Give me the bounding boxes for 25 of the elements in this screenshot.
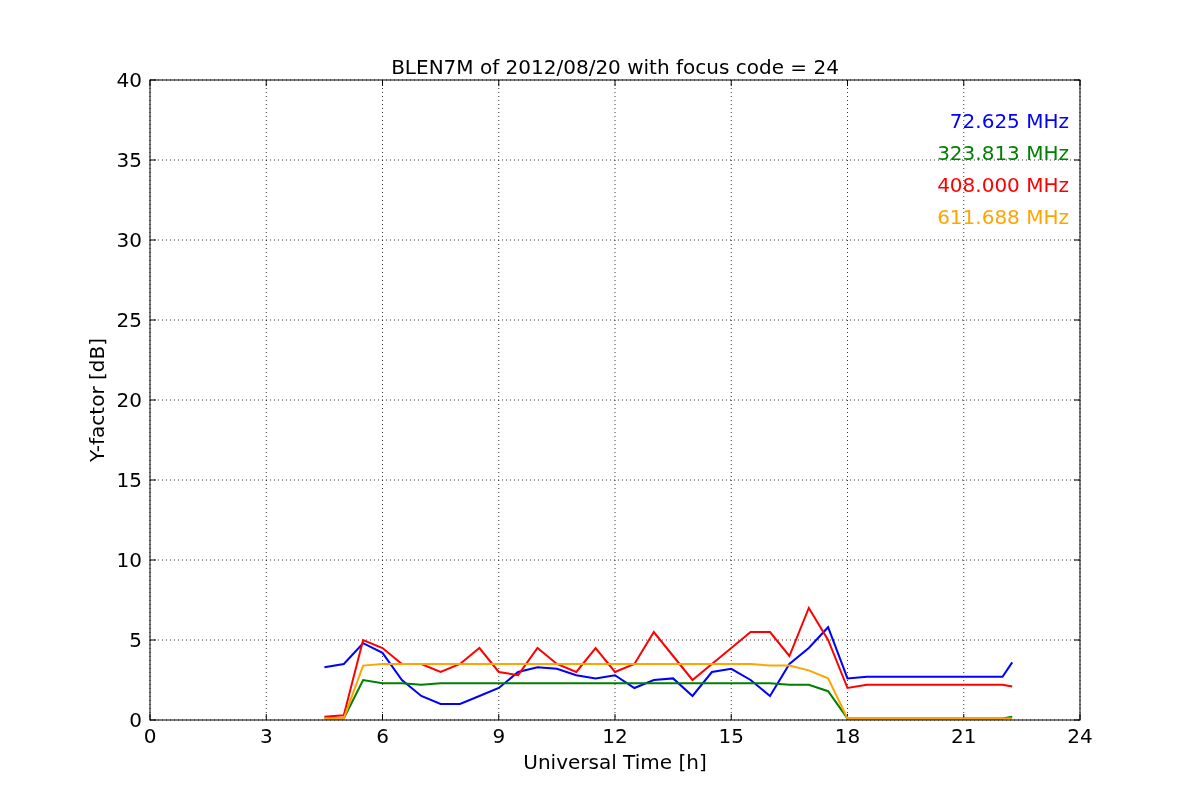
y-tick-label: 15 (116, 468, 142, 492)
x-tick-label: 24 (1067, 724, 1093, 748)
x-tick-label: 18 (834, 724, 861, 748)
y-tick-label: 20 (116, 388, 142, 412)
x-axis-label: Universal Time [h] (523, 750, 707, 774)
chart-title: BLEN7M of 2012/08/20 with focus code = 24 (391, 55, 839, 79)
y-tick-label: 35 (116, 148, 142, 172)
legend-label: 72.625 MHz (949, 109, 1069, 133)
y-tick-label: 10 (116, 548, 142, 572)
x-tick-label: 12 (602, 724, 628, 748)
y-tick-label: 25 (116, 308, 142, 332)
x-tick-label: 6 (376, 724, 389, 748)
x-tick-label: 0 (143, 724, 157, 748)
y-axis-label: Y-factor [dB] (85, 338, 109, 462)
legend-label: 611.688 MHz (937, 205, 1069, 229)
x-tick-label: 15 (718, 724, 744, 748)
y-tick-label: 40 (116, 68, 142, 92)
x-tick-label: 9 (492, 724, 506, 748)
y-tick-label: 30 (116, 228, 142, 252)
y-tick-label: 0 (129, 708, 142, 732)
legend-label: 408.000 MHz (937, 173, 1069, 197)
y-tick-label: 5 (129, 628, 142, 652)
legend-label: 323.813 MHz (937, 141, 1069, 165)
x-tick-label: 3 (259, 724, 273, 748)
x-tick-label: 21 (951, 724, 977, 748)
